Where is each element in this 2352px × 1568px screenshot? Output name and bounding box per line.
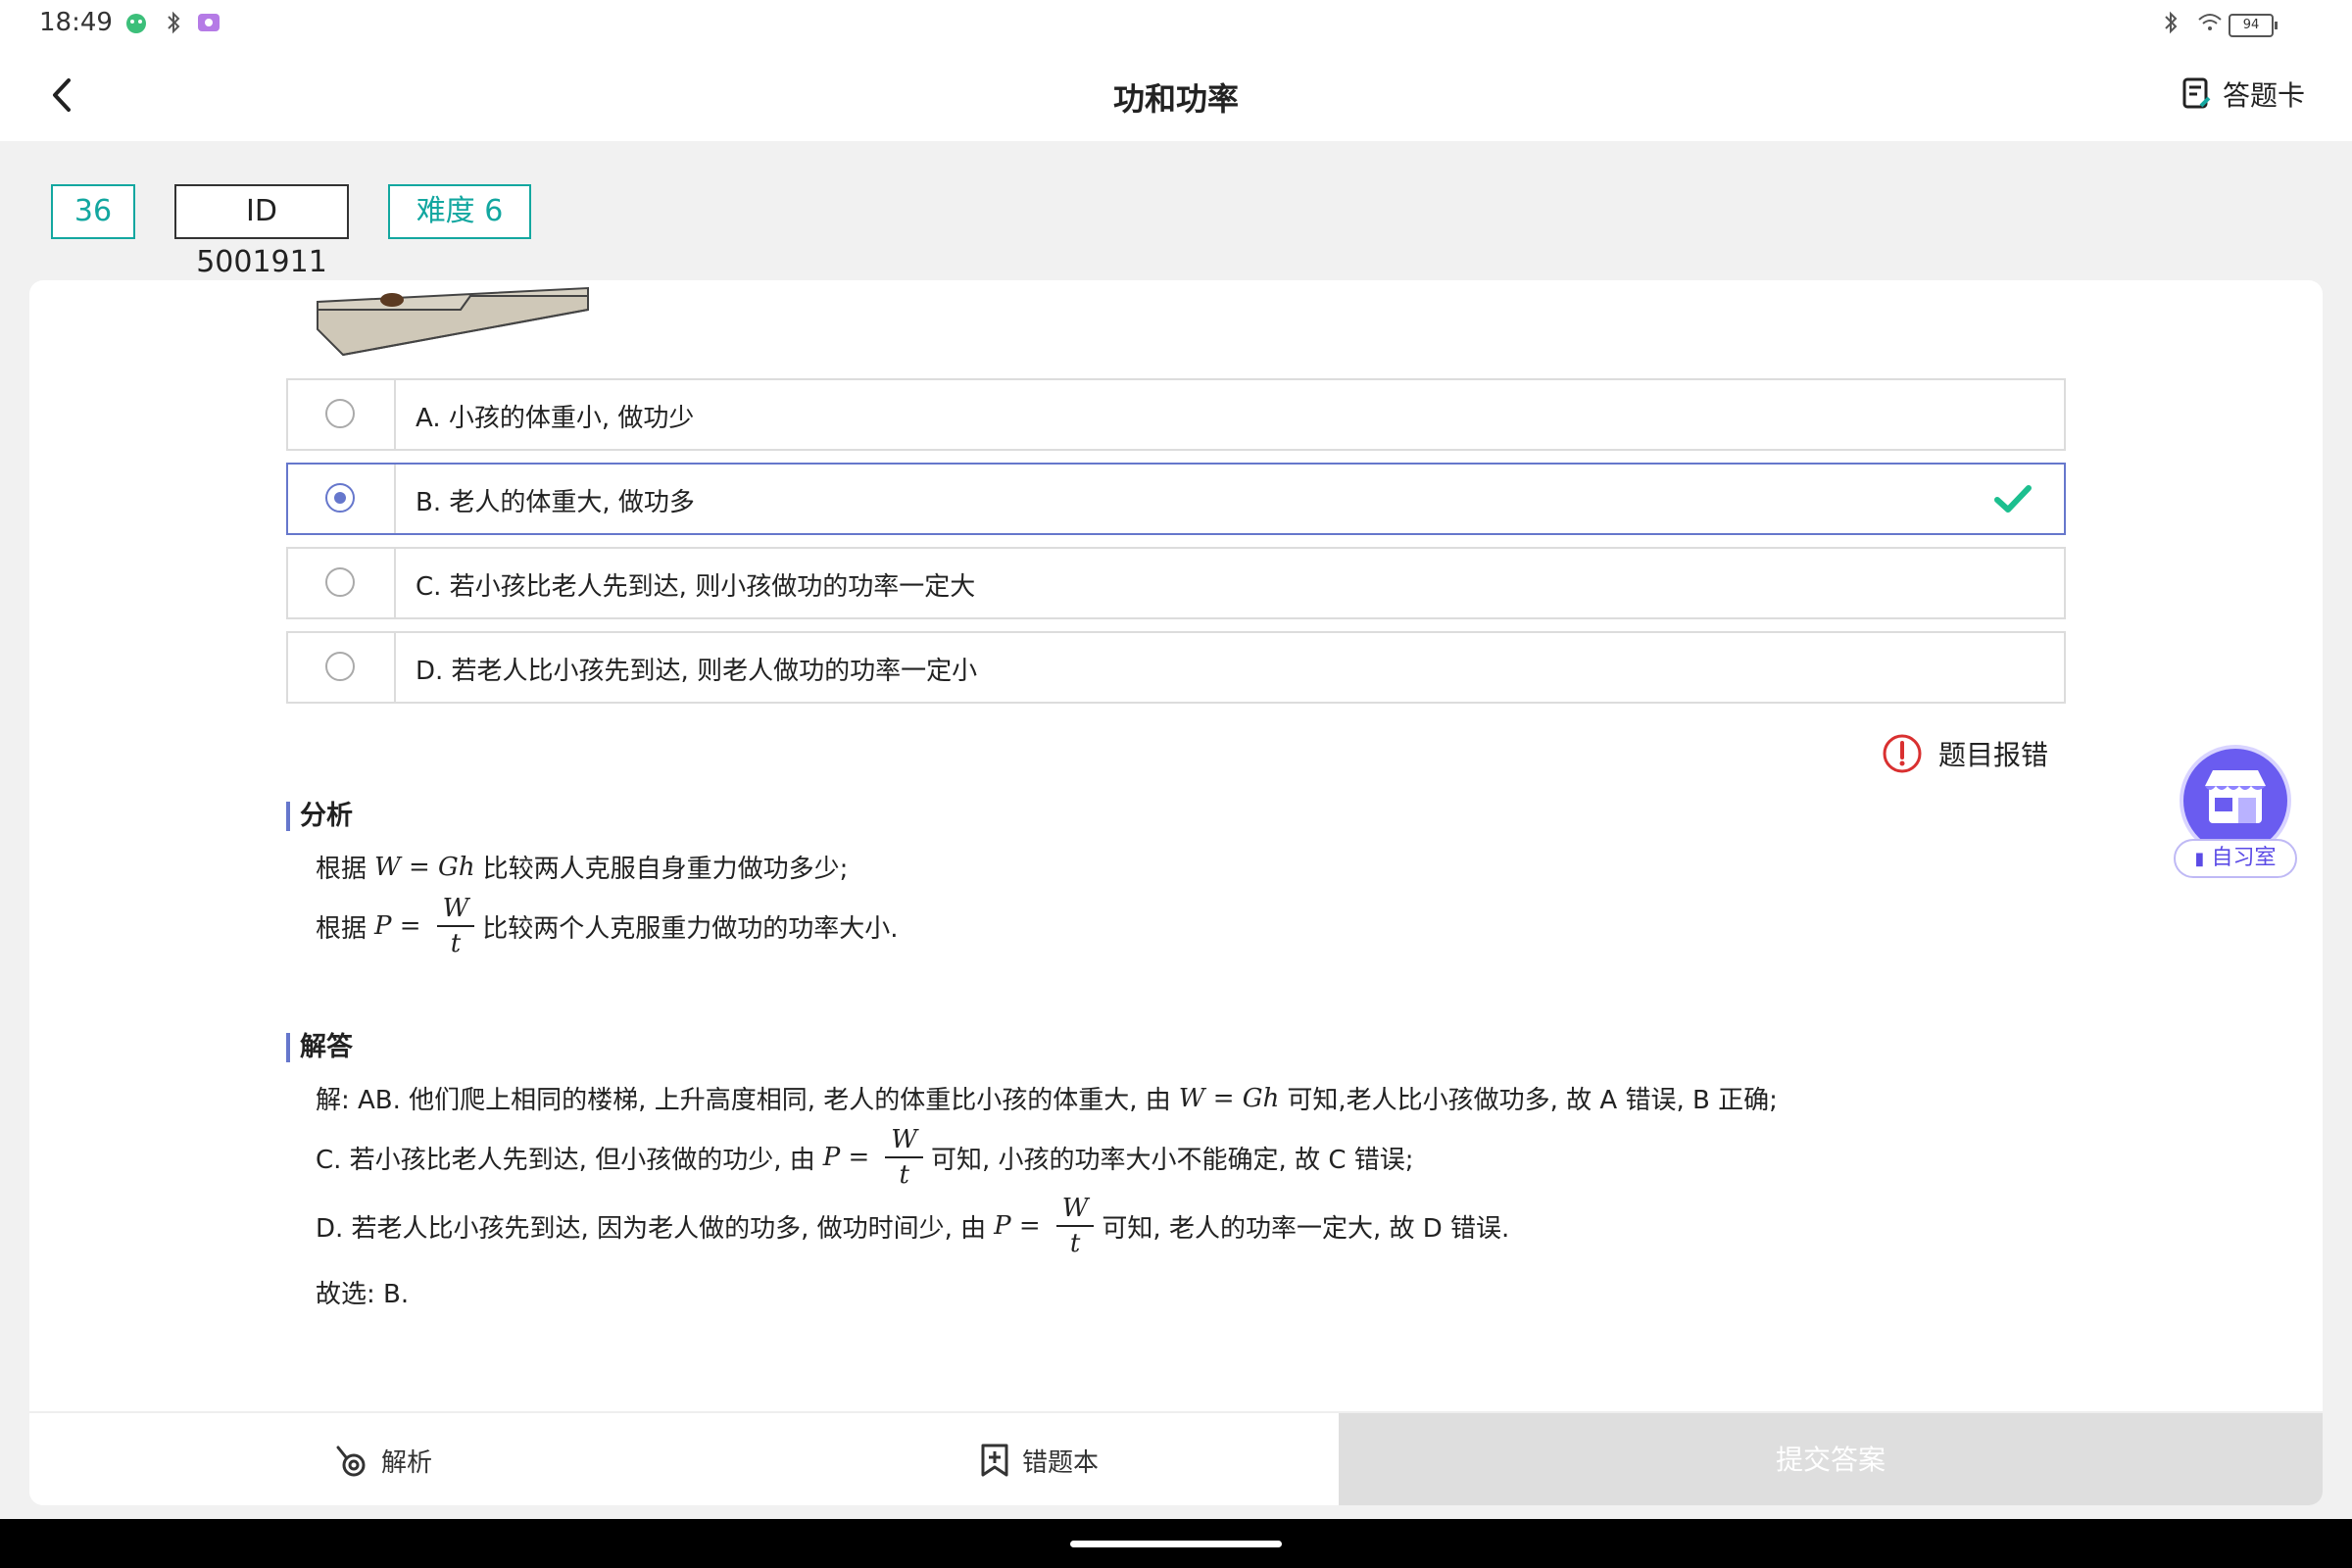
option-a-text: A. 小孩的体重小, 做功少 xyxy=(416,404,695,433)
bar-chart-icon: ▮ xyxy=(2194,849,2205,869)
page-title: 功和功率 xyxy=(1112,80,1239,118)
fraction-numerator: W xyxy=(436,894,475,927)
wifi-icon xyxy=(2198,14,2222,30)
solution-line-3-fraction: W t xyxy=(1055,1194,1095,1258)
option-d-text: D. 若老人比小孩先到达, 则老人做功的功率一定小 xyxy=(416,657,978,686)
fraction-denominator: t xyxy=(450,929,462,958)
analysis-fraction: W t xyxy=(436,894,475,958)
option-b-radio[interactable] xyxy=(325,483,355,513)
option-c-text: C. 若小孩比老人先到达, 则小孩做功的功率一定大 xyxy=(416,572,976,602)
option-a-radio[interactable] xyxy=(325,399,355,428)
top-header: 功和功率 答题卡 xyxy=(0,49,2352,141)
analysis-line-2: 根据 P = W t 比较两个人克服重力做功的功率大小. xyxy=(316,894,899,958)
answer-card-button[interactable]: 答题卡 xyxy=(2181,74,2305,114)
system-nav-bar xyxy=(0,1519,2352,1568)
analysis-button-label: 解析 xyxy=(380,1447,432,1478)
option-d-radio[interactable] xyxy=(325,652,355,681)
fraction-denominator: t xyxy=(1069,1229,1081,1258)
option-b[interactable]: B. 老人的体重大, 做功多 xyxy=(286,463,2066,535)
answer-card-icon xyxy=(2182,77,2211,109)
solution-conclusion: 故选: B. xyxy=(316,1280,410,1309)
question-number-tag: 36 xyxy=(51,184,135,239)
option-a-radio-cell xyxy=(288,380,396,449)
status-bar: 18:49 94 xyxy=(0,0,2352,49)
solution-line-4: 故选: B. xyxy=(316,1274,409,1310)
home-gesture-handle[interactable] xyxy=(1070,1541,1282,1547)
solution-line-2-pre: C. 若小孩比老人先到达, 但小孩做的功少, 由 xyxy=(316,1145,815,1175)
analysis-formula-w-gh: W = Gh xyxy=(374,852,475,882)
option-d[interactable]: D. 若老人比小孩先到达, 则老人做功的功率一定小 xyxy=(286,631,2066,704)
solution-line-3: D. 若老人比小孩先到达, 因为老人做的功多, 做功时间少, 由 P = W t… xyxy=(316,1194,1509,1258)
solution-line-1-pre: 解: AB. 他们爬上相同的楼梯, 上升高度相同, 老人的体重比小孩的体重大, … xyxy=(316,1086,1171,1115)
option-a[interactable]: A. 小孩的体重小, 做功少 xyxy=(286,378,2066,451)
analysis-button[interactable]: 解析 xyxy=(294,1413,470,1505)
warning-icon xyxy=(1883,734,1922,773)
screen-record-icon xyxy=(198,14,220,31)
analysis-line-1: 根据 W = Gh 比较两人克服自身重力做功多少; xyxy=(316,849,848,885)
option-c-radio-cell xyxy=(288,549,396,617)
study-room-text: 自习室 xyxy=(2211,846,2277,870)
storefront-icon xyxy=(2205,770,2266,823)
status-time: 18:49 xyxy=(39,8,113,37)
analysis-icon xyxy=(336,1446,366,1477)
solution-heading: 解答 xyxy=(286,1033,353,1062)
app-notification-icon xyxy=(126,14,146,33)
report-error-label: 题目报错 xyxy=(1938,739,2049,771)
study-room-label: ▮ 自习室 xyxy=(2174,839,2297,878)
analysis-formula-lhs: P = xyxy=(374,911,421,941)
bluetooth-icon xyxy=(168,11,180,34)
fraction-denominator: t xyxy=(899,1160,909,1190)
analysis-line-2-post: 比较两个人克服重力做功的功率大小. xyxy=(482,913,899,944)
difficulty-tag: 难度 6 xyxy=(388,184,531,239)
option-c-radio[interactable] xyxy=(325,567,355,597)
solution-line-3-pre: D. 若老人比小孩先到达, 因为老人做的功多, 做功时间少, 由 xyxy=(316,1213,987,1244)
option-b-text: B. 老人的体重大, 做功多 xyxy=(416,488,695,517)
bottom-action-bar: 解析 错题本 提交答案 xyxy=(29,1411,2323,1505)
solution-line-1-post: 可知,老人比小孩做功多, 故 A 错误, B 正确; xyxy=(1287,1086,1778,1115)
analysis-line-2-pre: 根据 xyxy=(316,913,368,944)
correct-check-icon xyxy=(1994,485,2032,513)
solution-line-2: C. 若小孩比老人先到达, 但小孩做的功少, 由 P = W t 可知, 小孩的… xyxy=(316,1125,1414,1190)
solution-line-2-post: 可知, 小孩的功率大小不能确定, 故 C 错误; xyxy=(931,1145,1414,1175)
fraction-numerator: W xyxy=(1055,1194,1095,1227)
option-c[interactable]: C. 若小孩比老人先到达, 则小孩做功的功率一定大 xyxy=(286,547,2066,619)
answer-card-label: 答题卡 xyxy=(2222,79,2305,112)
wrong-book-label: 错题本 xyxy=(1021,1447,1099,1478)
bluetooth-status-icon xyxy=(2165,11,2178,34)
option-b-radio-cell xyxy=(288,465,396,533)
analysis-line-1-pre: 根据 xyxy=(316,855,368,884)
study-room-button[interactable]: ▮ 自习室 xyxy=(2174,745,2297,882)
question-id-tag: ID 5001911 xyxy=(174,184,349,279)
wrong-book-button[interactable]: 错题本 xyxy=(941,1413,1137,1505)
question-content-card: A. 小孩的体重小, 做功少 B. 老人的体重大, 做功多 C. 若小孩比老人先… xyxy=(29,280,2323,1505)
report-error-button[interactable]: 题目报错 xyxy=(1882,733,2048,774)
stairs-illustration xyxy=(317,286,589,357)
submit-answer-button[interactable]: 提交答案 xyxy=(1339,1413,2323,1505)
solution-line-3-post: 可知, 老人的功率一定大, 故 D 错误. xyxy=(1102,1213,1510,1244)
solution-line-2-fraction: W t xyxy=(885,1125,924,1190)
bookmark-add-icon xyxy=(981,1444,1008,1477)
solution-line-1: 解: AB. 他们爬上相同的楼梯, 上升高度相同, 老人的体重比小孩的体重大, … xyxy=(316,1080,1778,1116)
analysis-line-1-post: 比较两人克服自身重力做功多少; xyxy=(482,855,849,884)
fraction-numerator: W xyxy=(885,1125,924,1158)
option-d-radio-cell xyxy=(288,633,396,702)
analysis-heading: 分析 xyxy=(286,802,353,831)
solution-formula-w-gh: W = Gh xyxy=(1178,1083,1280,1113)
solution-line-2-lhs: P = xyxy=(822,1143,870,1172)
battery-indicator: 94 xyxy=(2229,14,2278,37)
solution-line-3-lhs: P = xyxy=(994,1211,1041,1241)
